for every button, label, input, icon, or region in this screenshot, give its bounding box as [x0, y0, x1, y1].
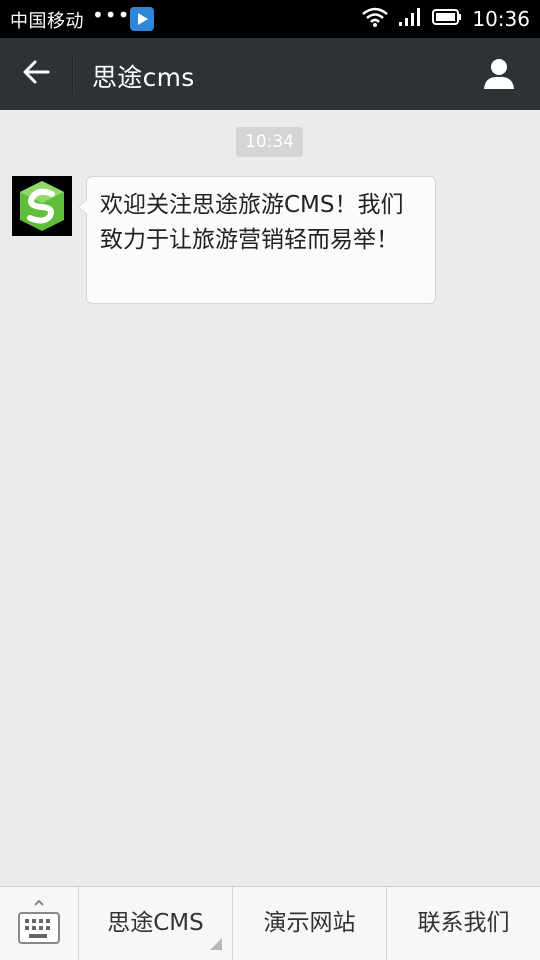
- menu-item-demo-site[interactable]: 演示网站: [232, 887, 386, 960]
- page-title: 思途cms: [92, 63, 195, 92]
- avatar[interactable]: [12, 176, 72, 236]
- header-divider: [72, 56, 74, 92]
- wifi-icon: [362, 7, 389, 31]
- notification-dots: •••: [92, 3, 131, 27]
- back-button[interactable]: [18, 56, 54, 92]
- message-text: 欢迎关注思途旅游CMS！我们致力于让旅游营销轻而易举！: [100, 192, 404, 253]
- menu-item-label: 联系我们: [417, 910, 510, 936]
- profile-button[interactable]: [482, 56, 518, 92]
- menu-item-label: 演示网站: [263, 910, 356, 936]
- battery-icon: [432, 8, 462, 30]
- message-timestamp: 10:34: [236, 127, 303, 157]
- back-arrow-icon: [22, 58, 50, 90]
- bottom-menu-bar: 思途CMS 演示网站 联系我们: [0, 886, 540, 960]
- menu-item-label: 思途CMS: [107, 910, 204, 936]
- keyboard-toggle-button[interactable]: [0, 887, 78, 960]
- clock: 10:36: [472, 7, 530, 31]
- menu-item-siteu-cms[interactable]: 思途CMS: [78, 887, 232, 960]
- message-bubble[interactable]: 欢迎关注思途旅游CMS！我们致力于让旅游营销轻而易举！: [78, 176, 436, 304]
- play-app-icon: [130, 7, 154, 31]
- submenu-indicator-icon: [210, 938, 222, 950]
- chat-header: 思途cms: [0, 38, 540, 110]
- keyboard-icon: [17, 899, 61, 951]
- status-bar: 中国移动 ••• 10:36: [0, 0, 540, 38]
- carrier-name: 中国移动: [10, 11, 84, 32]
- menu-item-contact-us[interactable]: 联系我们: [386, 887, 540, 960]
- signal-icon: [398, 7, 422, 31]
- bubble-tail: [78, 199, 87, 215]
- siteu-logo-icon: [12, 181, 72, 240]
- profile-icon: [482, 59, 516, 94]
